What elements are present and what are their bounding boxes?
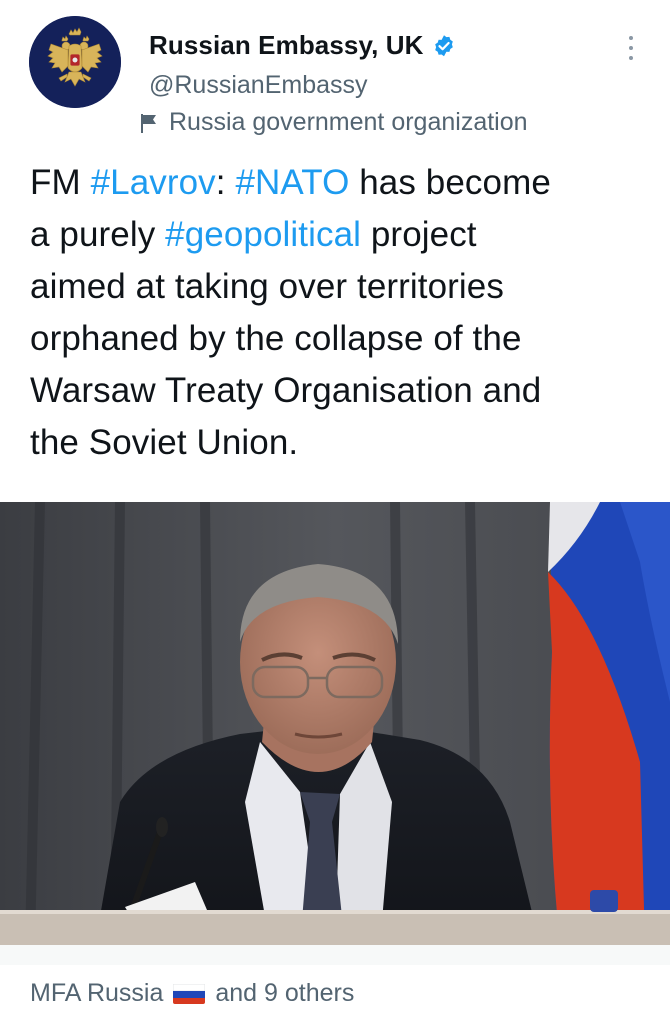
tweet-text-line: a purely #geopolitical project bbox=[30, 209, 650, 261]
liked-by-footer: MFA Russia and 9 others bbox=[30, 979, 354, 1008]
tweet-text-segment: FM bbox=[30, 163, 91, 202]
tweet-text-segment: a purely bbox=[30, 215, 166, 254]
divider bbox=[0, 945, 670, 965]
photo-icon bbox=[0, 502, 670, 945]
affiliation-label-text: Russia government organization bbox=[169, 108, 528, 136]
hashtag-link[interactable]: #NATO bbox=[235, 163, 349, 202]
tweet-text-segment: aimed at taking over territories bbox=[30, 267, 504, 306]
tweet-text-line: Warsaw Treaty Organisation and bbox=[30, 365, 650, 417]
tweet-text-segment: the Soviet Union. bbox=[30, 423, 299, 462]
tweet-text: FM #Lavrov: #NATO has become a purely #ge… bbox=[30, 157, 650, 469]
hashtag-link[interactable]: #Lavrov bbox=[91, 163, 216, 202]
hashtag-link[interactable]: #geopolitical bbox=[165, 215, 361, 254]
liker-name[interactable]: MFA Russia bbox=[30, 979, 163, 1008]
more-dot-icon bbox=[629, 56, 633, 60]
liked-by-others[interactable]: and 9 others bbox=[215, 979, 354, 1008]
more-dot-icon bbox=[629, 36, 633, 40]
more-dot-icon bbox=[629, 46, 633, 50]
affiliation-label: Russia government organization bbox=[138, 108, 528, 137]
tweet-text-segment: orphaned by the collapse of the bbox=[30, 319, 522, 358]
flag-icon bbox=[138, 112, 160, 134]
tweet-text-segment: project bbox=[361, 215, 477, 254]
display-name[interactable]: Russian Embassy, UK bbox=[149, 30, 424, 61]
tweet-text-line: FM #Lavrov: #NATO has become bbox=[30, 157, 650, 209]
tweet-text-segment: : bbox=[215, 163, 236, 202]
tweet-text-segment: Warsaw Treaty Organisation and bbox=[30, 371, 542, 410]
tweet-text-line: aimed at taking over territories bbox=[30, 261, 650, 313]
tweet-text-line: orphaned by the collapse of the bbox=[30, 313, 650, 365]
russia-flag-icon bbox=[173, 983, 206, 1004]
tweet-text-line: the Soviet Union. bbox=[30, 417, 650, 469]
tweet-text-segment: has become bbox=[349, 163, 551, 202]
more-options-button[interactable] bbox=[616, 28, 646, 68]
verified-badge-icon bbox=[432, 34, 456, 58]
name-row: Russian Embassy, UK bbox=[149, 30, 456, 61]
tweet-header: Russian Embassy, UK @RussianEmbassy Russ… bbox=[0, 0, 670, 145]
coat-of-arms-icon bbox=[29, 16, 121, 108]
tweet-media[interactable] bbox=[0, 502, 670, 945]
handle[interactable]: @RussianEmbassy bbox=[149, 71, 368, 100]
avatar[interactable] bbox=[29, 16, 121, 108]
